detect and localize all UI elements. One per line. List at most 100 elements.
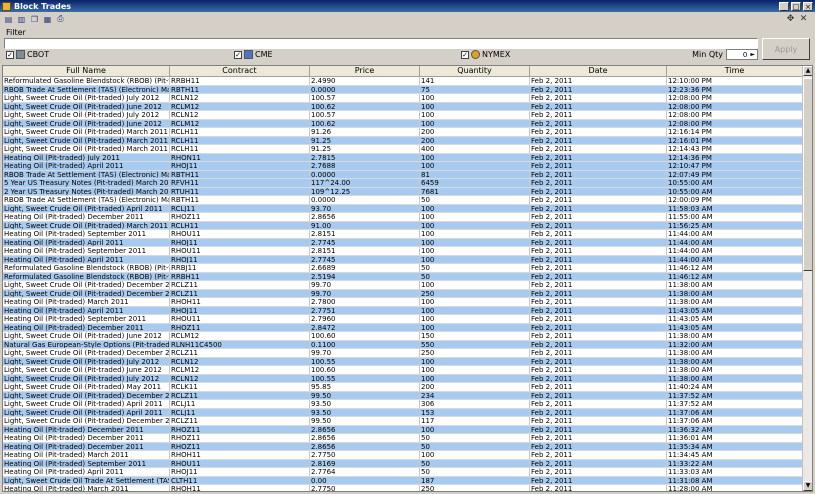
table-row[interactable]: Heating Oil (Pit-traded) December 2011 RH… xyxy=(3,425,803,434)
nymex-checkbox[interactable]: ✓ xyxy=(461,50,469,59)
exchange-cme[interactable]: ✓ CME xyxy=(234,50,273,59)
table-row[interactable]: Light, Sweet Crude Oil (Pit-traded) Apri… xyxy=(3,408,803,417)
cell-date: Feb 2, 2011 xyxy=(530,136,667,144)
cell-price: 0.0000 xyxy=(310,196,420,204)
table-row[interactable]: Light, Sweet Crude Oil (Pit-traded) Apri… xyxy=(3,400,803,409)
col-header-time[interactable]: Time xyxy=(667,66,803,76)
cell-contract: RHOH11 xyxy=(170,451,310,459)
col-header-price[interactable]: Price xyxy=(310,66,420,76)
copy-icon[interactable]: ❐ xyxy=(29,14,40,25)
table-row[interactable]: RBOB Trade At Settlement (TAS) (Electron… xyxy=(3,170,803,179)
table-row[interactable]: Heating Oil (Pit-traded) December 2011 RH… xyxy=(3,434,803,443)
close-panel-icon[interactable]: ✕ xyxy=(798,13,809,24)
table-row[interactable]: 5 Year US Treasury Notes (Pit-traded) Ma… xyxy=(3,179,803,188)
table-row[interactable]: Natural Gas European-Style Options (Pit-… xyxy=(3,340,803,349)
col-header-date[interactable]: Date xyxy=(530,66,667,76)
table-row[interactable]: Heating Oil (Pit-traded) December 2011 RH… xyxy=(3,442,803,451)
table-row[interactable]: Light, Sweet Crude Oil (Pit-traded) Marc… xyxy=(3,145,803,154)
cell-quantity: 7681 xyxy=(420,187,530,195)
cell-price: 2.5194 xyxy=(310,272,420,280)
table-row[interactable]: Light, Sweet Crude Oil (Pit-traded) July… xyxy=(3,111,803,120)
cell-date: Feb 2, 2011 xyxy=(530,434,667,442)
cell-price: 2.7750 xyxy=(310,485,420,491)
col-header-full-name[interactable]: Full Name xyxy=(3,66,170,76)
cme-checkbox[interactable]: ✓ xyxy=(234,50,242,59)
table-row[interactable]: Light, Sweet Crude Oil Trade At Settleme… xyxy=(3,476,803,485)
table-row[interactable]: Heating Oil (Pit-traded) April 2011 RHOJ1… xyxy=(3,306,803,315)
cell-full-name: 2 Year US Treasury Notes (Pit-traded) Ma… xyxy=(4,187,170,195)
cell-contract: RCLM12 xyxy=(170,332,310,340)
scroll-down-icon[interactable]: ▼ xyxy=(803,481,812,491)
table-row[interactable]: Heating Oil (Pit-traded) September 2011 R… xyxy=(3,247,803,256)
table-row[interactable]: Heating Oil (Pit-traded) April 2011 RHOJ1… xyxy=(3,468,803,477)
folder-icon[interactable]: ▤ xyxy=(3,14,14,25)
table-row[interactable]: Heating Oil (Pit-traded) March 2011 RHOH1… xyxy=(3,298,803,307)
cell-time: 11:36:01 AM xyxy=(667,434,803,442)
table-row[interactable]: Heating Oil (Pit-traded) April 2011 RHOJ1… xyxy=(3,255,803,264)
cell-price: 100.60 xyxy=(310,366,420,374)
table-row[interactable]: Light, Sweet Crude Oil (Pit-traded) June… xyxy=(3,119,803,128)
table-row[interactable]: Light, Sweet Crude Oil (Pit-traded) Apri… xyxy=(3,204,803,213)
cell-full-name: Light, Sweet Crude Oil (Pit-traded) Apri… xyxy=(3,408,170,416)
filter-input[interactable] xyxy=(4,38,758,49)
chart-icon[interactable]: ▥ xyxy=(16,14,27,25)
table-row[interactable]: Heating Oil (Pit-traded) September 2011 R… xyxy=(3,315,803,324)
table-row[interactable]: Heating Oil (Pit-traded) April 2011 RHOJ1… xyxy=(3,238,803,247)
table-row[interactable]: Reformulated Gasoline Blendstock (RBOB) … xyxy=(3,77,803,86)
table-row[interactable]: Light, Sweet Crude Oil (Pit-traded) Dece… xyxy=(3,391,803,400)
table-row[interactable]: Light, Sweet Crude Oil (Pit-traded) July… xyxy=(3,374,803,383)
table-row[interactable]: Light, Sweet Crude Oil (Pit-traded) Dece… xyxy=(3,417,803,426)
table-row[interactable]: Heating Oil (Pit-traded) September 2011 R… xyxy=(3,459,803,468)
table-row[interactable]: Heating Oil (Pit-traded) December 2011 RH… xyxy=(3,323,803,332)
title-bar: Block Trades _ □ × xyxy=(0,0,815,12)
move-icon[interactable]: ✥ xyxy=(785,13,796,24)
scroll-up-icon[interactable]: ▲ xyxy=(803,66,812,76)
table-row[interactable]: Heating Oil (Pit-traded) April 2011 RHOJ1… xyxy=(3,162,803,171)
table-row[interactable]: Light, Sweet Crude Oil (Pit-traded) Marc… xyxy=(3,136,803,145)
export-icon[interactable]: ▦ xyxy=(42,14,53,25)
exchange-cbot[interactable]: ✓ CBOT xyxy=(6,50,49,59)
cell-quantity: 50 xyxy=(420,468,530,476)
col-header-contract[interactable]: Contract xyxy=(170,66,310,76)
table-row[interactable]: Light, Sweet Crude Oil (Pit-traded) July… xyxy=(3,357,803,366)
table-row[interactable]: Reformulated Gasoline Blendstock (RBOB) … xyxy=(3,264,803,273)
spin-arrow-icon[interactable]: ► xyxy=(750,51,755,58)
cell-full-name: Light, Sweet Crude Oil (Pit-traded) Dece… xyxy=(4,417,170,425)
cell-price: 93.50 xyxy=(310,400,420,408)
table-row[interactable]: Heating Oil (Pit-traded) December 2011 RH… xyxy=(3,213,803,222)
table-row[interactable]: RBOB Trade At Settlement (TAS) (Electron… xyxy=(3,85,803,94)
col-header-quantity[interactable]: Quantity xyxy=(420,66,530,76)
table-row[interactable]: Reformulated Gasoline Blendstock (RBOB) … xyxy=(3,272,803,281)
exchange-nymex[interactable]: ✓ NYMEX xyxy=(461,50,510,59)
close-button[interactable]: × xyxy=(803,1,813,11)
table-row[interactable]: 2 Year US Treasury Notes (Pit-traded) Ma… xyxy=(3,187,803,196)
cell-contract: RCLN12 xyxy=(170,111,310,119)
table-row[interactable]: Heating Oil (Pit-traded) July 2011 RHON11… xyxy=(3,153,803,162)
cell-time: 11:44:00 AM xyxy=(667,238,803,246)
table-row[interactable]: Light, Sweet Crude Oil (Pit-traded) June… xyxy=(3,366,803,375)
vertical-scrollbar[interactable]: ▲ ▼ xyxy=(802,66,812,491)
table-row[interactable]: Heating Oil (Pit-traded) March 2011 RHOH1… xyxy=(3,451,803,460)
table-row[interactable]: Light, Sweet Crude Oil (Pit-traded) July… xyxy=(3,94,803,103)
table-row[interactable]: Light, Sweet Crude Oil (Pit-traded) May … xyxy=(3,383,803,392)
cell-price: 100.60 xyxy=(310,332,420,340)
table-row[interactable]: Light, Sweet Crude Oil (Pit-traded) June… xyxy=(3,102,803,111)
table-row[interactable]: Light, Sweet Crude Oil (Pit-traded) Dece… xyxy=(3,289,803,298)
table-row[interactable]: Light, Sweet Crude Oil (Pit-traded) Dece… xyxy=(3,349,803,358)
table-row[interactable]: Heating Oil (Pit-traded) March 2011 RHOH1… xyxy=(3,485,803,491)
apply-button[interactable]: Apply xyxy=(762,38,810,60)
minimize-button[interactable]: _ xyxy=(779,1,789,11)
cbot-checkbox[interactable]: ✓ xyxy=(6,50,14,59)
min-qty-stepper[interactable]: 0 ► xyxy=(726,49,758,60)
maximize-button[interactable]: □ xyxy=(791,1,801,11)
print-icon[interactable]: ⎙ xyxy=(55,14,66,25)
table-row[interactable]: Light, Sweet Crude Oil (Pit-traded) Marc… xyxy=(3,128,803,137)
cell-quantity: 100 xyxy=(420,451,530,459)
table-row[interactable]: Light, Sweet Crude Oil (Pit-traded) June… xyxy=(3,332,803,341)
table-row[interactable]: RBOB Trade At Settlement (TAS) (Electron… xyxy=(3,196,803,205)
cell-date: Feb 2, 2011 xyxy=(530,119,667,127)
table-row[interactable]: Light, Sweet Crude Oil (Pit-traded) Marc… xyxy=(3,221,803,230)
table-row[interactable]: Light, Sweet Crude Oil (Pit-traded) Dece… xyxy=(3,281,803,290)
scroll-thumb[interactable] xyxy=(803,78,812,271)
table-row[interactable]: Heating Oil (Pit-traded) September 2011 R… xyxy=(3,230,803,239)
